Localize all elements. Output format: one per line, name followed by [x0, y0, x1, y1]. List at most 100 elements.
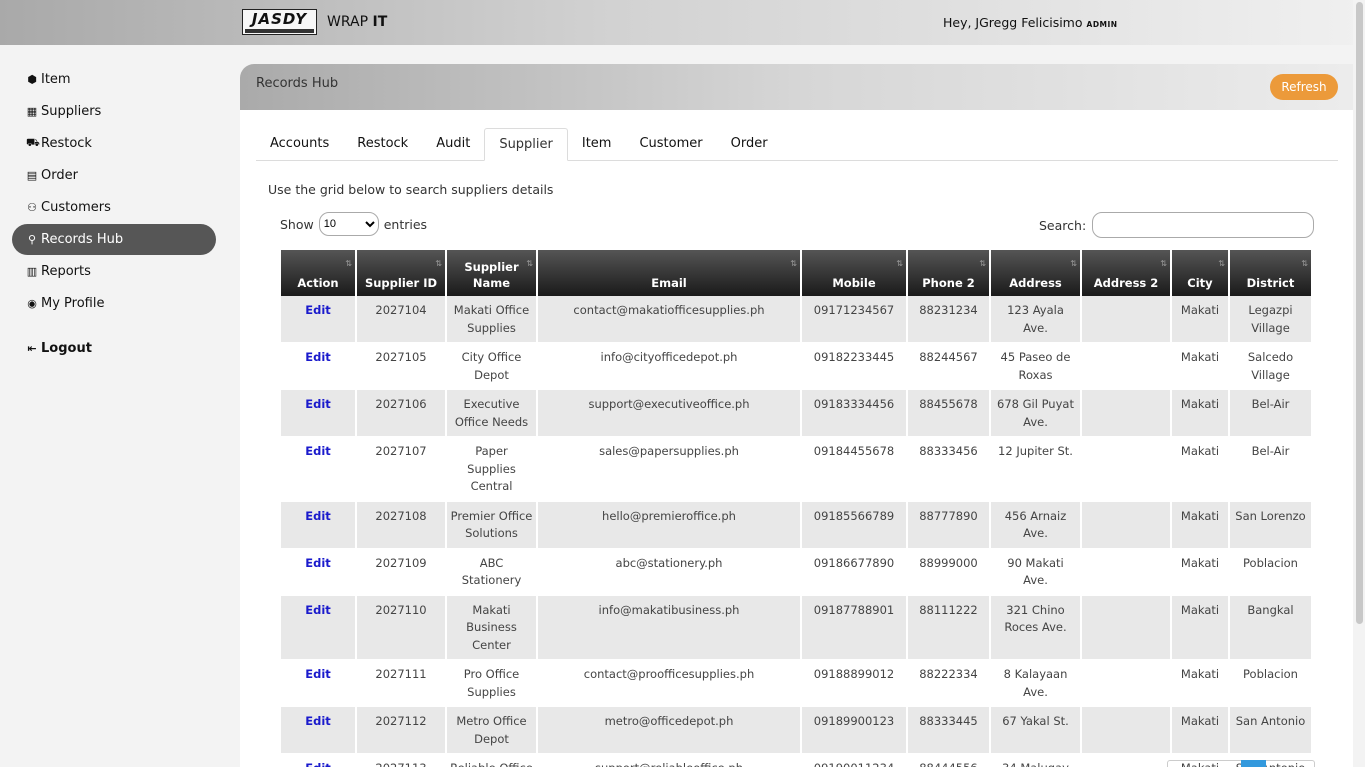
table-cell: Makati	[1172, 296, 1230, 343]
table-cell: Makati Office Supplies	[447, 296, 538, 343]
sort-icon: ⇅	[1301, 259, 1308, 268]
table-cell	[1082, 296, 1172, 343]
table-cell	[1082, 390, 1172, 437]
tab-customer[interactable]: Customer	[625, 128, 716, 160]
edit-link[interactable]: Edit	[281, 548, 357, 596]
table-cell: 88777890	[908, 501, 991, 549]
edit-link[interactable]: Edit	[281, 660, 357, 707]
table-cell: Paper Supplies Central	[447, 437, 538, 502]
store-icon: ▦	[26, 105, 38, 118]
table-cell: 09182233445	[802, 343, 908, 390]
sidebar-item-label: Suppliers	[41, 104, 102, 119]
table-cell: Metro Office Depot	[447, 707, 538, 754]
column-header[interactable]: Supplier ID ⇅	[357, 250, 447, 296]
edit-link[interactable]: Edit	[281, 437, 357, 502]
table-cell	[1082, 595, 1172, 660]
table-cell: Reliable Office Goods	[447, 754, 538, 767]
tab-audit[interactable]: Audit	[422, 128, 484, 160]
column-header[interactable]: Mobile ⇅	[802, 250, 908, 296]
tab-order[interactable]: Order	[717, 128, 782, 160]
sidebar-item-order[interactable]: ▤ Order	[12, 160, 216, 191]
column-header[interactable]: Address ⇅	[991, 250, 1082, 296]
table-cell: Makati	[1172, 343, 1230, 390]
sort-icon: ⇅	[345, 259, 352, 268]
sidebar-item-suppliers[interactable]: ▦ Suppliers	[12, 96, 216, 127]
table-cell	[1082, 437, 1172, 502]
page-scrollbar[interactable]	[1353, 0, 1365, 767]
table-cell: Poblacion	[1230, 548, 1313, 596]
scrollbar-thumb[interactable]	[1356, 2, 1363, 624]
current-page-button[interactable]	[1241, 760, 1266, 767]
sidebar-item-item[interactable]: ⬢ Item	[12, 64, 216, 95]
edit-link[interactable]: Edit	[281, 296, 357, 343]
page-size-select[interactable]: 10	[318, 212, 379, 236]
sidebar-item-records-hub[interactable]: ⚲ Records Hub	[12, 224, 216, 255]
sidebar-item-label: Customers	[41, 200, 111, 215]
table-row: Edit 2027111 Pro Office Supplies contact@pr…	[281, 660, 1313, 707]
logout-label: Logout	[41, 341, 92, 356]
sidebar-item-label: Records Hub	[41, 232, 124, 247]
column-header[interactable]: Phone 2 ⇅	[908, 250, 991, 296]
table-cell	[1082, 754, 1172, 767]
tab-restock[interactable]: Restock	[343, 128, 422, 160]
table-cell: contact@proofficesupplies.ph	[538, 660, 802, 707]
logout-icon: ⇤	[27, 342, 37, 355]
search-input[interactable]	[1092, 212, 1315, 238]
column-header[interactable]: District ⇅	[1230, 250, 1313, 296]
table-cell: 2027112	[357, 707, 447, 754]
brand-bold: IT	[372, 14, 388, 30]
entries-label: entries	[383, 216, 428, 232]
table-cell: Makati	[1172, 595, 1230, 660]
table-cell: Premier Office Solutions	[447, 501, 538, 549]
table-cell: 09185566789	[802, 501, 908, 549]
sidebar-item-customers[interactable]: ⚇ Customers	[12, 192, 216, 223]
table-cell: 09187788901	[802, 595, 908, 660]
edit-link[interactable]: Edit	[281, 707, 357, 754]
column-header[interactable]: Email ⇅	[538, 250, 802, 296]
table-cell: 321 Chino Roces Ave.	[991, 595, 1082, 660]
records-tabs: Accounts Restock Audit Supplier Item Cus…	[256, 128, 1338, 161]
refresh-button[interactable]: Refresh	[1270, 74, 1338, 100]
sidebar-item-reports[interactable]: ▥ Reports	[12, 256, 216, 287]
search-label: Search:	[1039, 217, 1087, 233]
sidebar-item-my-profile[interactable]: ◉ My Profile	[12, 288, 216, 319]
table-cell: 88333445	[908, 707, 991, 754]
table-cell	[1082, 660, 1172, 707]
tab-item[interactable]: Item	[568, 128, 626, 160]
sidebar-item-label: My Profile	[41, 296, 105, 311]
sidebar-item-label: Restock	[41, 136, 92, 151]
table-cell: 2027110	[357, 595, 447, 660]
table-cell: Salcedo Village	[1230, 343, 1313, 390]
edit-link[interactable]: Edit	[281, 595, 357, 660]
table-cell: Makati Business Center	[447, 595, 538, 660]
table-cell: Legazpi Village	[1230, 296, 1313, 343]
tab-supplier[interactable]: Supplier	[484, 128, 568, 161]
pagination[interactable]	[1167, 760, 1315, 767]
entries-control: Show 10 entries	[280, 212, 427, 236]
table-cell: 34 Malugay St.	[991, 754, 1082, 767]
sort-icon: ⇅	[896, 259, 903, 268]
table-cell: 2027104	[357, 296, 447, 343]
column-header[interactable]: Supplier Name ⇅	[447, 250, 538, 296]
tab-accounts[interactable]: Accounts	[256, 128, 343, 160]
table-cell: abc@stationery.ph	[538, 548, 802, 596]
sort-icon: ⇅	[979, 259, 986, 268]
table-cell: 09171234567	[802, 296, 908, 343]
edit-link[interactable]: Edit	[281, 390, 357, 437]
column-header[interactable]: Address 2 ⇅	[1082, 250, 1172, 296]
logout-link[interactable]: ⇤ Logout	[12, 333, 216, 364]
sidebar-item-restock[interactable]: ⛟ Restock	[12, 128, 216, 159]
table-cell: 12 Jupiter St.	[991, 437, 1082, 502]
table-cell: 2027106	[357, 390, 447, 437]
column-header[interactable]: Action ⇅	[281, 250, 357, 296]
column-header[interactable]: City ⇅	[1172, 250, 1230, 296]
edit-link[interactable]: Edit	[281, 343, 357, 390]
grid-intro-text: Use the grid below to search suppliers d…	[268, 182, 554, 197]
table-row: Edit 2027112 Metro Office Depot metro@offic…	[281, 707, 1313, 754]
sidebar-item-label: Item	[41, 72, 71, 87]
edit-link[interactable]: Edit	[281, 501, 357, 549]
edit-link[interactable]: Edit	[281, 754, 357, 767]
table-cell: 09189900123	[802, 707, 908, 754]
user-role-badge: ADMIN	[1086, 20, 1118, 29]
table-row: Edit 2027110 Makati Business Center info@ma…	[281, 595, 1313, 660]
